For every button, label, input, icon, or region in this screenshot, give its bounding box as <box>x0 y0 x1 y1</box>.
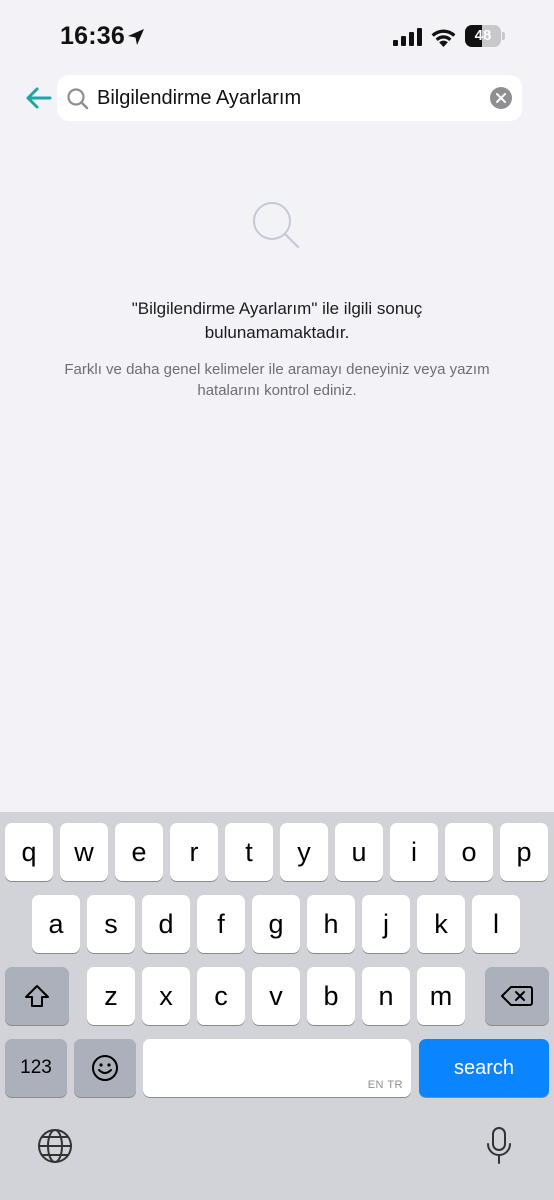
clear-search-button[interactable] <box>490 87 512 109</box>
key-j[interactable]: j <box>362 895 410 953</box>
back-arrow-icon <box>26 87 52 109</box>
emoji-icon <box>92 1055 118 1081</box>
search-input[interactable] <box>97 75 477 121</box>
language-hint: EN TR <box>367 1079 403 1091</box>
key-e[interactable]: e <box>115 823 163 881</box>
key-l[interactable]: l <box>472 895 520 953</box>
back-button[interactable] <box>20 80 56 116</box>
key-u[interactable]: u <box>335 823 383 881</box>
key-v[interactable]: v <box>252 967 300 1025</box>
delete-key[interactable] <box>485 967 549 1025</box>
key-d[interactable]: d <box>142 895 190 953</box>
emoji-key[interactable] <box>74 1039 136 1097</box>
key-q[interactable]: q <box>5 823 53 881</box>
key-k[interactable]: k <box>417 895 465 953</box>
delete-icon <box>501 986 533 1006</box>
signal-icon <box>393 28 422 46</box>
battery-icon: 48 <box>465 25 505 47</box>
key-z[interactable]: z <box>87 967 135 1025</box>
clear-icon <box>496 93 506 103</box>
no-results-description: Farklı ve daha genel kelimeler ile arama… <box>64 361 490 399</box>
location-arrow-icon <box>128 29 144 45</box>
key-p[interactable]: p <box>500 823 548 881</box>
key-f[interactable]: f <box>197 895 245 953</box>
key-b[interactable]: b <box>307 967 355 1025</box>
key-w[interactable]: w <box>60 823 108 881</box>
shift-icon <box>25 985 49 1007</box>
key-s[interactable]: s <box>87 895 135 953</box>
status-bar: 16:36 48 <box>0 0 554 74</box>
empty-search-icon <box>253 202 300 249</box>
key-m[interactable]: m <box>417 967 465 1025</box>
key-o[interactable]: o <box>445 823 493 881</box>
shift-key[interactable] <box>5 967 69 1025</box>
key-g[interactable]: g <box>252 895 300 953</box>
key-t[interactable]: t <box>225 823 273 881</box>
key-a[interactable]: a <box>32 895 80 953</box>
no-results-title: "Bilgilendirme Ayarlarım" ile ilgili son… <box>131 299 423 342</box>
key-r[interactable]: r <box>170 823 218 881</box>
battery-percentage: 48 <box>474 27 492 44</box>
search-key[interactable]: search <box>419 1039 549 1097</box>
key-n[interactable]: n <box>362 967 410 1025</box>
status-time: 16:36 <box>60 22 125 50</box>
key-h[interactable]: h <box>307 895 355 953</box>
microphone-icon[interactable] <box>485 1126 513 1166</box>
wifi-icon <box>431 29 456 47</box>
key-i[interactable]: i <box>390 823 438 881</box>
key-x[interactable]: x <box>142 967 190 1025</box>
search-box[interactable] <box>57 75 522 121</box>
globe-icon[interactable] <box>36 1127 74 1165</box>
key-y[interactable]: y <box>280 823 328 881</box>
search-icon <box>67 88 89 110</box>
numbers-key[interactable]: 123 <box>5 1039 67 1097</box>
space-key[interactable]: EN TR <box>143 1039 411 1097</box>
key-c[interactable]: c <box>197 967 245 1025</box>
